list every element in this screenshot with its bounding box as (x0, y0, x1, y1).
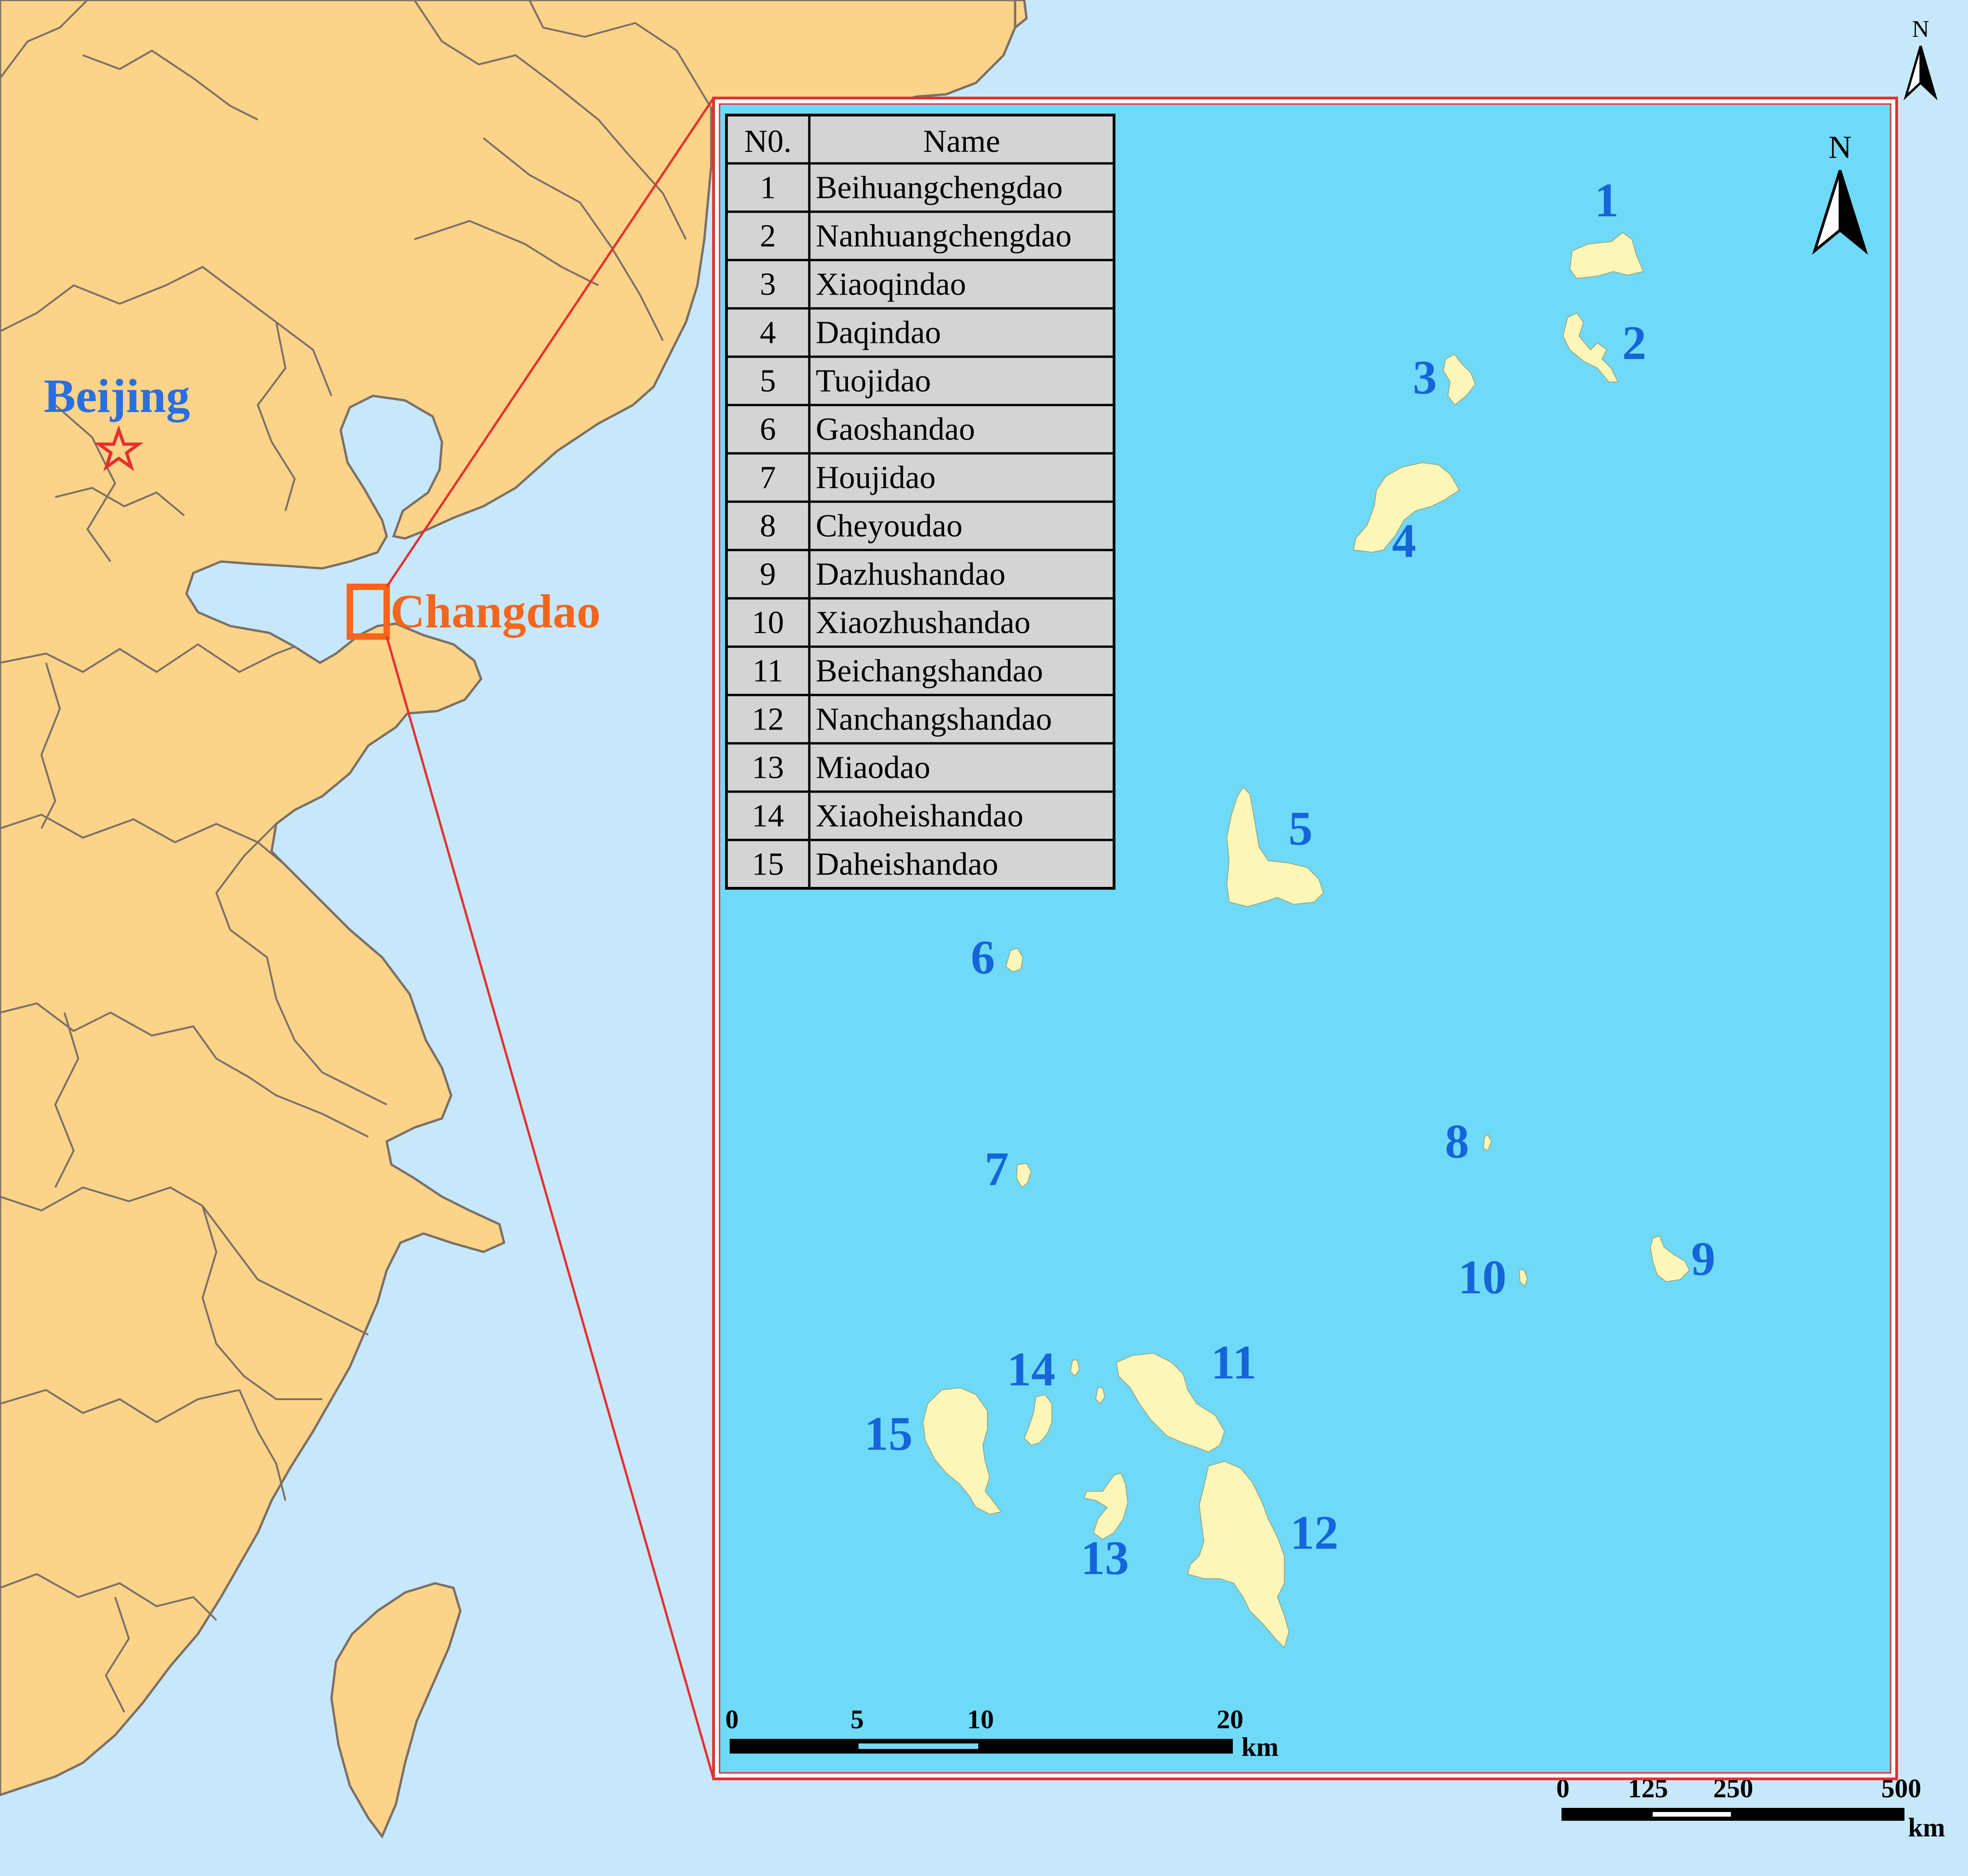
island-table-number-cell: 3 (760, 267, 776, 302)
inset-scale-bar-segment (859, 1743, 978, 1749)
island-table-name-cell: Cheyoudao (816, 509, 963, 544)
island-table-number-cell: 14 (752, 799, 784, 834)
island-label-4: 4 (1392, 514, 1416, 567)
island-table-number-cell: 7 (760, 460, 776, 496)
map-figure: Beijing Changdao N 0 125 250 500 km N0. … (0, 0, 1968, 1874)
island-label-13: 13 (1081, 1531, 1129, 1585)
island-table-name-cell: Xiaoqindao (816, 267, 966, 302)
inset-scale-tick-2: 10 (967, 1704, 994, 1734)
island-table-header-number: N0. (744, 124, 791, 159)
main-scale-bar-segment (1653, 1812, 1731, 1817)
island-table-name-cell: Miaodao (816, 750, 930, 786)
island-label-8: 8 (1445, 1114, 1469, 1168)
island-table-number-cell: 4 (760, 315, 776, 351)
island-table: N0. Name 1 Beihuangchengdao 2 Nanhuangcheng… (725, 114, 1115, 890)
island-table-header-name: Name (923, 124, 1000, 159)
island-table-number-cell: 2 (760, 219, 776, 254)
island-table-name-cell: Daheishandao (816, 847, 999, 882)
main-scale-unit: km (1908, 1812, 1945, 1842)
main-north-label: N (1912, 16, 1929, 42)
island-table-name-cell: Daqindao (816, 315, 941, 351)
island-table-number-cell: 8 (760, 509, 776, 544)
island-table-name-cell: Beichangshandao (816, 654, 1043, 689)
inset-scale-unit: km (1242, 1732, 1279, 1762)
beijing-label: Beijing (44, 370, 190, 423)
island-label-2: 2 (1622, 316, 1647, 370)
island-label-3: 3 (1413, 350, 1437, 404)
inset-north-label: N (1829, 130, 1852, 165)
island-label-7: 7 (985, 1142, 1009, 1196)
island-label-12: 12 (1290, 1505, 1339, 1559)
island-table-number-cell: 5 (760, 364, 776, 399)
inset-scale-tick-0: 0 (726, 1704, 739, 1734)
island-label-10: 10 (1458, 1250, 1507, 1304)
island-table-number-cell: 13 (752, 750, 784, 786)
island-table-number-cell: 10 (752, 605, 784, 641)
inset-map: N0. Name 1 Beihuangchengdao 2 Nanhuangcheng… (712, 97, 1898, 1780)
island-table-name-cell: Houjidao (816, 460, 936, 496)
main-scale-bar-body (1562, 1808, 1904, 1821)
island-table-number-cell: 6 (760, 412, 776, 447)
island-label-6: 6 (971, 930, 995, 984)
island-table-name-cell: Beihuangchengdao (816, 170, 1062, 206)
island-table-name-cell: Xiaoheishandao (816, 799, 1023, 834)
island-table-name-cell: Nanhuangchengdao (816, 219, 1072, 254)
island-table-name-cell: Gaoshandao (816, 412, 975, 447)
island-table-number-cell: 15 (752, 847, 784, 882)
island-label-1: 1 (1595, 173, 1619, 227)
island-label-15: 15 (865, 1407, 913, 1460)
island-table-number-cell: 12 (752, 702, 784, 737)
inset-scale-tick-3: 20 (1217, 1704, 1243, 1734)
map-canvas: Beijing Changdao N 0 125 250 500 km N0. … (0, 0, 1968, 1874)
island-label-14: 14 (1007, 1342, 1056, 1396)
changdao-label: Changdao (390, 585, 601, 638)
island-table-number-cell: 1 (760, 170, 776, 206)
island-table-name-cell: Tuojidao (816, 364, 931, 399)
inset-scale-bar-body (730, 1739, 1233, 1754)
island-table-name-cell: Nanchangshandao (816, 702, 1052, 737)
island-table-number-cell: 11 (752, 654, 783, 689)
island-label-9: 9 (1691, 1232, 1716, 1285)
island-table-number-cell: 9 (760, 557, 776, 592)
island-table-name-cell: Xiaozhushandao (816, 605, 1031, 641)
island-label-11: 11 (1211, 1335, 1256, 1389)
inset-scale-tick-1: 5 (851, 1704, 864, 1734)
island-table-name-cell: Dazhushandao (816, 557, 1005, 592)
island-label-5: 5 (1289, 801, 1313, 855)
